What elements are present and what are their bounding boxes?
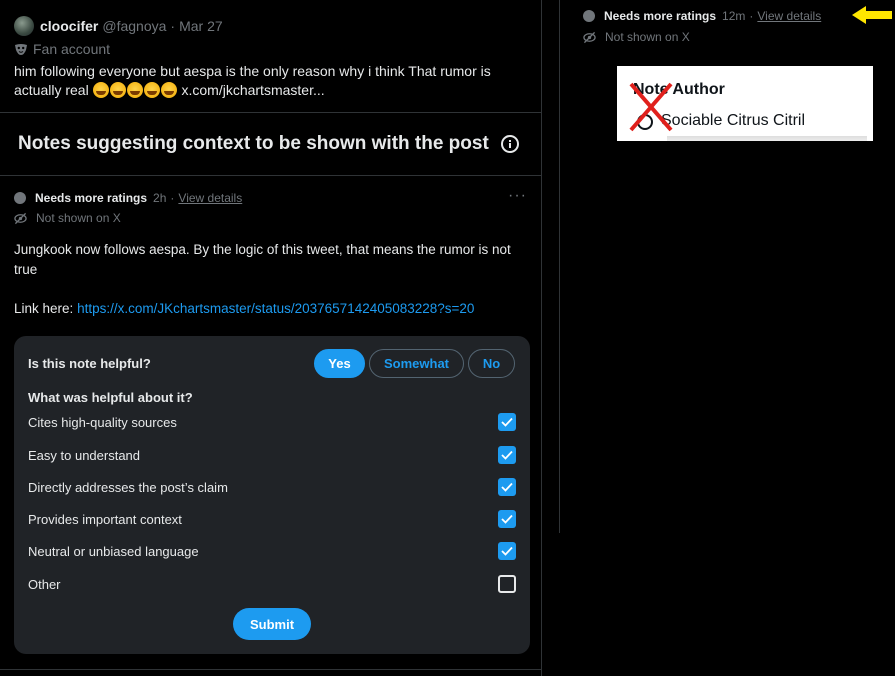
handle[interactable]: @fagnoya	[102, 18, 166, 34]
column-divider	[559, 0, 560, 533]
fan-account-label: Fan account	[33, 41, 111, 57]
community-note: Needs more ratings 2h · View details ···…	[0, 176, 541, 670]
note-link-row: Link here: https://x.com/JKchartsmaster/…	[14, 301, 474, 316]
checkbox-checked[interactable]	[498, 510, 516, 528]
fan-account-badge: Fan account	[14, 40, 527, 58]
separator-dot: ·	[170, 18, 176, 34]
cropped-text-remnant	[667, 136, 867, 141]
note-status-row: Needs more ratings 12m · View details	[583, 8, 821, 24]
checkbox-checked[interactable]	[498, 542, 516, 560]
reason-label: Directly addresses the post’s claim	[28, 479, 228, 495]
reason-label: Provides important context	[28, 511, 182, 527]
checkbox-checked[interactable]	[498, 413, 516, 431]
crying-emoji-icon	[160, 82, 177, 98]
note-text: Jungkook now follows aespa. By the logic…	[14, 242, 511, 277]
crying-emoji-icon	[126, 82, 143, 98]
red-cross-icon	[629, 82, 673, 132]
mask-icon	[14, 42, 28, 56]
link-prefix: Link here:	[14, 301, 74, 316]
crying-emoji-icon	[109, 82, 126, 98]
post-text-line2: actually real	[14, 82, 89, 98]
notes-section-header: Notes suggesting context to be shown wit…	[0, 113, 541, 176]
reason-option[interactable]: Directly addresses the post’s claim	[28, 477, 516, 497]
yellow-arrow-icon	[852, 6, 892, 24]
view-details-link[interactable]: View details	[178, 191, 242, 205]
reason-label: Easy to understand	[28, 447, 141, 463]
note-visibility-row: Not shown on X	[583, 29, 690, 45]
reason-option[interactable]: Cites high-quality sources	[28, 412, 516, 432]
post-date[interactable]: Mar 27	[179, 18, 223, 34]
info-icon[interactable]	[501, 135, 519, 153]
note-source-link[interactable]: https://x.com/JKchartsmaster/status/2037…	[77, 301, 474, 316]
note-visibility-row: Not shown on X	[14, 210, 121, 226]
note-status-row: Needs more ratings 2h · View details	[14, 190, 242, 206]
visibility-label: Not shown on X	[36, 211, 121, 225]
note-status: Needs more ratings	[35, 191, 148, 205]
status-dot-icon	[14, 192, 26, 204]
note-time: 2h	[153, 191, 167, 205]
helpfulness-choices: Yes Somewhat No	[314, 349, 515, 378]
helpful-question: Is this note helpful?	[28, 356, 151, 371]
reason-option[interactable]: Easy to understand	[28, 445, 516, 465]
view-details-link[interactable]: View details	[757, 9, 821, 23]
right-column: Needs more ratings 12m · View details No…	[542, 0, 895, 676]
crying-emoji-icon	[143, 82, 160, 98]
display-name[interactable]: cloocifer	[40, 18, 98, 34]
no-button[interactable]: No	[468, 349, 515, 378]
reason-option[interactable]: Neutral or unbiased language	[28, 541, 516, 561]
separator-dot: ·	[749, 9, 754, 23]
reason-label: Other	[28, 576, 61, 592]
note-status: Needs more ratings	[604, 9, 717, 23]
submit-button[interactable]: Submit	[233, 608, 311, 640]
rating-panel: Is this note helpful? Yes Somewhat No Wh…	[14, 336, 530, 654]
somewhat-button[interactable]: Somewhat	[369, 349, 464, 378]
checkbox-checked[interactable]	[498, 446, 516, 464]
note-author-card: Note Author Sociable Citrus Citril	[617, 66, 873, 141]
reason-option[interactable]: Other	[28, 574, 516, 594]
post-header: cloocifer @fagnoya · Mar 27	[14, 16, 527, 36]
reason-option[interactable]: Provides important context	[28, 509, 516, 529]
separator-dot: ·	[170, 191, 175, 205]
reason-label: Neutral or unbiased language	[28, 543, 199, 559]
note-time: 12m	[722, 9, 746, 23]
post-text: him following everyone but aespa is the …	[14, 62, 514, 100]
notes-section-title: Notes suggesting context to be shown wit…	[18, 133, 489, 154]
eye-off-icon	[14, 212, 27, 224]
visibility-label: Not shown on X	[605, 30, 690, 44]
post-text-line1: him following everyone but aespa is the …	[14, 63, 491, 79]
checkbox-checked[interactable]	[498, 478, 516, 496]
checkbox-unchecked[interactable]	[498, 575, 516, 593]
status-dot-icon	[583, 10, 595, 22]
note-author-name: Sociable Citrus Citril	[661, 112, 806, 129]
eye-off-icon	[583, 31, 596, 43]
quoted-post[interactable]: cloocifer @fagnoya · Mar 27 Fan account …	[0, 0, 541, 113]
left-column: cloocifer @fagnoya · Mar 27 Fan account …	[0, 0, 542, 676]
yes-button[interactable]: Yes	[314, 349, 365, 378]
post-link[interactable]: x.com/jkchartsmaster...	[181, 82, 324, 98]
avatar[interactable]	[14, 16, 34, 36]
helpful-reasons-title: What was helpful about it?	[28, 390, 193, 405]
reason-label: Cites high-quality sources	[28, 414, 177, 430]
crying-emoji-icon	[92, 82, 109, 98]
more-options-icon[interactable]: ···	[508, 188, 527, 204]
